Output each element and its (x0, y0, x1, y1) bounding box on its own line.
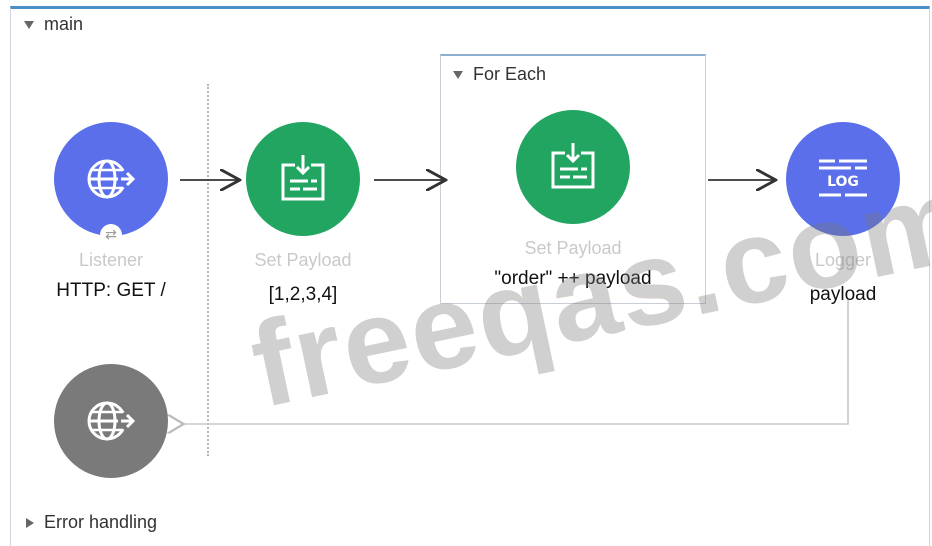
listener-title: Listener (78, 250, 144, 270)
set-payload-node-2[interactable] (516, 110, 630, 224)
response-node[interactable] (54, 364, 168, 478)
listener-node[interactable] (54, 122, 168, 236)
set-payload-2-title: Set Payload (524, 238, 622, 258)
set-payload-node-1[interactable] (246, 122, 360, 236)
logger-node[interactable]: LOG (786, 122, 900, 236)
set-payload-1-title: Set Payload (254, 250, 352, 270)
expand-triangle-icon[interactable] (26, 517, 34, 528)
log-icon: LOG (819, 159, 867, 197)
listener-subtitle: HTTP: GET / (56, 280, 166, 301)
error-handling-header[interactable]: Error handling (26, 512, 157, 533)
logger-title: Logger (814, 250, 872, 270)
set-payload-icon (281, 155, 325, 201)
set-payload-2-subtitle: "order" ++ payload (494, 268, 652, 289)
sync-icon: ⇄ (100, 224, 122, 246)
set-payload-1-subtitle: [1,2,3,4] (268, 284, 338, 305)
globe-icon (87, 401, 136, 441)
logger-subtitle: payload (809, 284, 877, 305)
error-handling-label: Error handling (44, 512, 158, 532)
svg-text:LOG: LOG (827, 174, 859, 190)
set-payload-icon (551, 143, 595, 189)
globe-icon (87, 159, 136, 199)
return-path (182, 300, 849, 424)
